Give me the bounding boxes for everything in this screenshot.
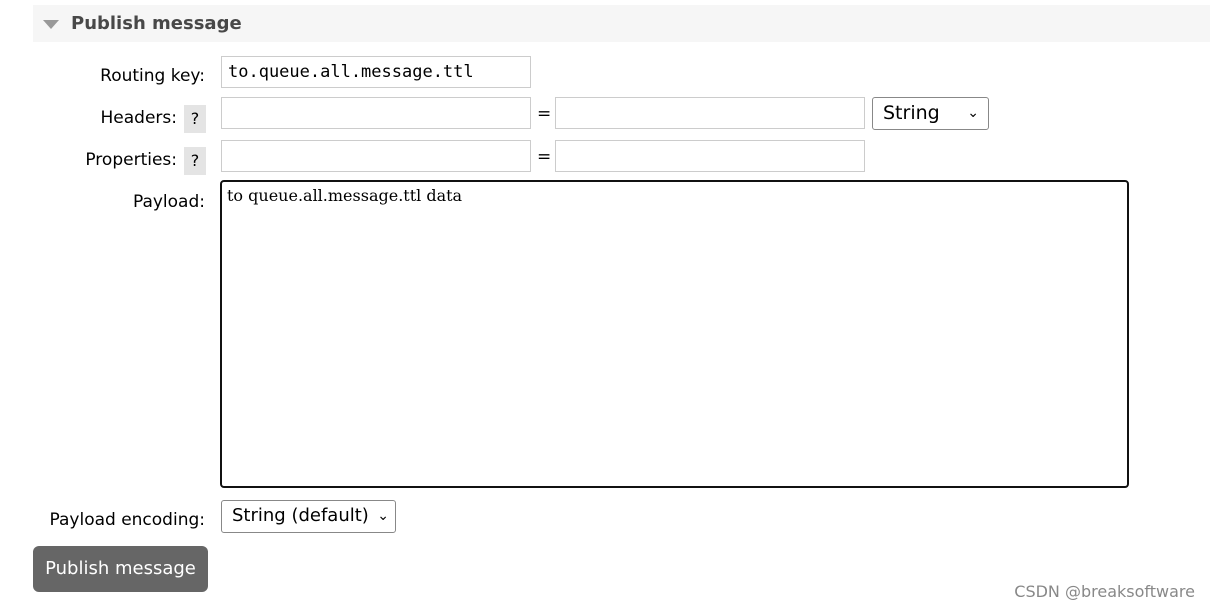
- property-key-input[interactable]: [221, 140, 531, 172]
- section-header[interactable]: Publish message: [33, 5, 1210, 42]
- properties-help-button[interactable]: ?: [184, 147, 206, 175]
- header-key-input[interactable]: [221, 97, 531, 129]
- payload-encoding-value: String (default): [232, 505, 369, 526]
- properties-label: Properties:: [85, 150, 177, 170]
- payload-textarea[interactable]: to queue.all.message.ttl data: [220, 180, 1129, 488]
- payload-encoding-select[interactable]: String (default) ⌄: [221, 500, 396, 533]
- headers-label: Headers:: [100, 108, 177, 128]
- routing-key-label: Routing key:: [100, 66, 205, 86]
- equals-sign: =: [537, 104, 552, 124]
- property-value-input[interactable]: [555, 140, 865, 172]
- payload-encoding-label: Payload encoding:: [49, 510, 206, 530]
- header-type-value: String: [883, 102, 940, 124]
- watermark: CSDN @breaksoftware: [1014, 582, 1195, 601]
- triangle-down-icon[interactable]: [43, 20, 59, 29]
- publish-message-button[interactable]: Publish message: [33, 546, 208, 592]
- header-value-input[interactable]: [555, 97, 865, 129]
- equals-sign: =: [537, 147, 552, 167]
- routing-key-input[interactable]: to.queue.all.message.ttl: [221, 56, 531, 88]
- payload-label: Payload:: [132, 192, 205, 212]
- chevron-down-icon: ⌄: [377, 508, 389, 524]
- headers-help-button[interactable]: ?: [184, 105, 206, 133]
- header-type-select[interactable]: String ⌄: [872, 97, 989, 130]
- chevron-down-icon: ⌄: [967, 105, 979, 121]
- section-title: Publish message: [71, 13, 242, 34]
